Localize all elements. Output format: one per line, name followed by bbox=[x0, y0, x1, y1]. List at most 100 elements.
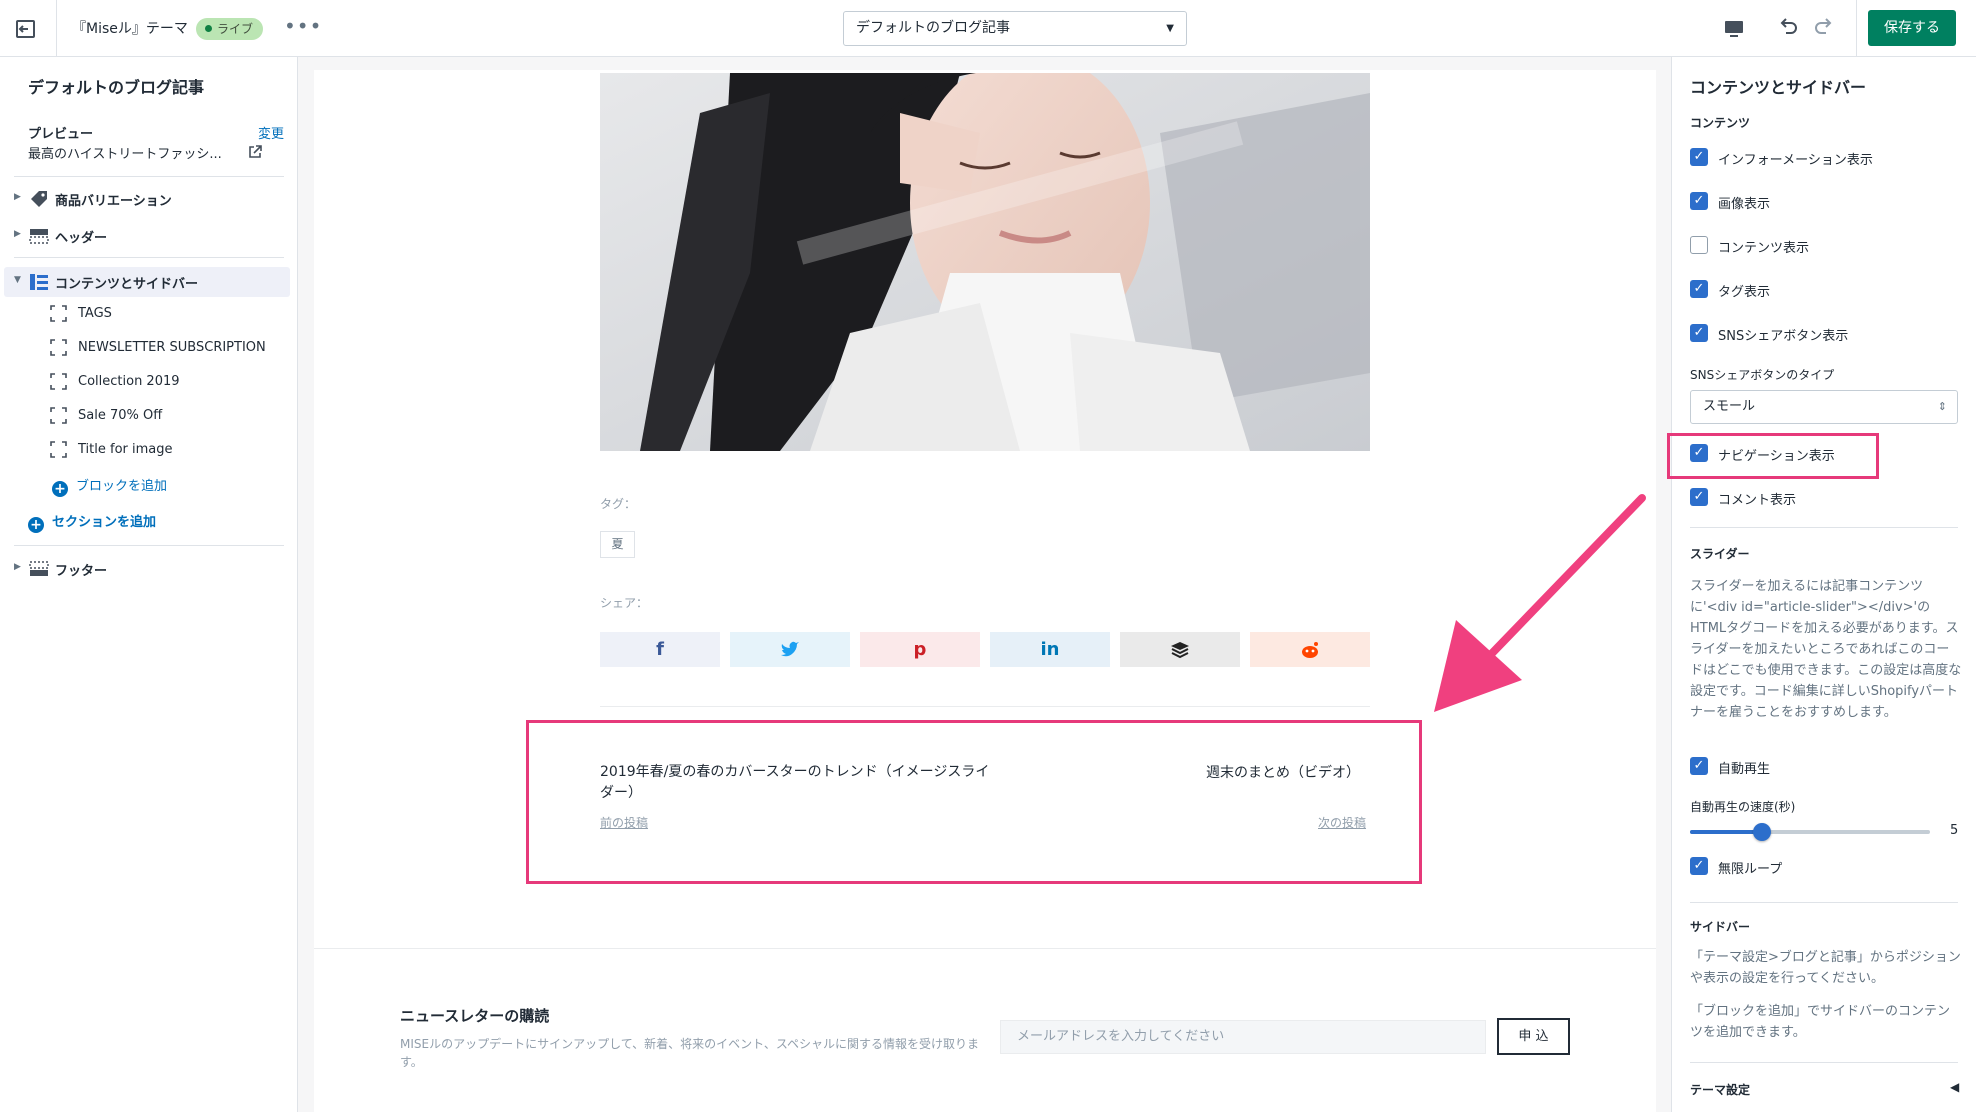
section-label: ヘッダー bbox=[55, 231, 108, 246]
content-sidebar-icon bbox=[30, 274, 48, 290]
section-product-variations[interactable]: ▶ 商品バリエーション bbox=[12, 184, 292, 214]
block-collection-2019[interactable]: Collection 2019 bbox=[50, 368, 290, 394]
caret-right-icon: ▶ bbox=[14, 229, 21, 239]
block-corners-icon bbox=[50, 407, 67, 424]
navigation-highlight-box bbox=[526, 720, 1422, 884]
share-label: シェア： bbox=[600, 596, 649, 610]
live-badge: ライブ bbox=[196, 18, 264, 40]
newsletter-email-input[interactable]: メールアドレスを入力してください bbox=[1000, 1020, 1486, 1054]
facebook-icon: f bbox=[656, 639, 664, 660]
newsletter-description: MISEルのアップデートにサインアップして、新着、将来のイベント、スペシャルに関… bbox=[400, 1037, 980, 1069]
add-section-button[interactable]: + セクションを追加 bbox=[28, 511, 156, 533]
info-checkbox[interactable]: ✓ インフォーメーション表示 bbox=[1690, 145, 1950, 168]
slider-thumb[interactable] bbox=[1753, 823, 1771, 841]
checkbox-label: コメント表示 bbox=[1718, 493, 1797, 508]
divider bbox=[314, 948, 1656, 949]
tag-icon bbox=[31, 191, 47, 207]
plus-circle-icon: + bbox=[28, 517, 44, 533]
divider bbox=[1690, 527, 1958, 528]
share-twitter-button[interactable] bbox=[730, 632, 850, 667]
sns-type-label: SNSシェアボタンのタイプ bbox=[1690, 368, 1835, 382]
tag-chip[interactable]: 夏 bbox=[600, 531, 635, 558]
live-badge-label: ライブ bbox=[217, 22, 254, 36]
footer-layout-icon bbox=[29, 561, 49, 576]
sns-type-select[interactable]: スモール ⇕ bbox=[1690, 390, 1958, 424]
top-bar: 『Miseル』テーマ ライブ ••• デフォルトのブログ記事 ▼ 保存する bbox=[0, 0, 1976, 57]
checkbox-label: コンテンツ表示 bbox=[1718, 241, 1810, 256]
template-title: デフォルトのブログ記事 bbox=[28, 78, 205, 97]
divider bbox=[1690, 1062, 1958, 1063]
section-header[interactable]: ▶ ヘッダー bbox=[12, 221, 292, 251]
section-label: フッター bbox=[55, 564, 108, 579]
comments-checkbox[interactable]: ✓ コメント表示 bbox=[1690, 485, 1950, 508]
undo-icon[interactable] bbox=[1776, 16, 1800, 40]
tags-checkbox[interactable]: ✓ タグ表示 bbox=[1690, 277, 1950, 300]
block-corners-icon bbox=[50, 441, 67, 458]
settings-title: コンテンツとサイドバー bbox=[1690, 78, 1867, 97]
tags-label: タグ： bbox=[600, 497, 637, 511]
newsletter-submit-button[interactable]: 申 込 bbox=[1497, 1018, 1570, 1055]
template-select[interactable]: デフォルトのブログ記事 ▼ bbox=[843, 11, 1187, 46]
exit-icon[interactable] bbox=[14, 17, 40, 41]
checkbox-checked-icon: ✓ bbox=[1690, 280, 1708, 298]
divider bbox=[1690, 902, 1958, 903]
navigation-setting-highlight-box bbox=[1667, 433, 1879, 479]
loop-checkbox[interactable]: ✓ 無限ループ bbox=[1690, 854, 1950, 877]
block-corners-icon bbox=[50, 305, 67, 322]
desktop-view-icon[interactable] bbox=[1722, 17, 1746, 41]
more-actions-button[interactable]: ••• bbox=[284, 14, 322, 38]
section-label: コンテンツとサイドバー bbox=[55, 277, 199, 292]
twitter-icon bbox=[781, 641, 799, 657]
block-sale-70-off[interactable]: Sale 70% Off bbox=[50, 402, 290, 428]
preview-change-link[interactable]: 変更 bbox=[258, 123, 284, 142]
checkbox-checked-icon: ✓ bbox=[1690, 488, 1708, 506]
share-buffer-button[interactable] bbox=[1120, 632, 1240, 667]
share-facebook-button[interactable]: f bbox=[600, 632, 720, 667]
live-dot-icon bbox=[205, 25, 212, 32]
image-checkbox[interactable]: ✓ 画像表示 bbox=[1690, 189, 1950, 212]
save-button[interactable]: 保存する bbox=[1868, 10, 1956, 46]
add-block-label: ブロックを追加 bbox=[76, 479, 168, 494]
header-layout-icon bbox=[29, 229, 49, 244]
linkedin-icon: in bbox=[1040, 639, 1060, 660]
checkbox-checked-icon: ✓ bbox=[1690, 857, 1708, 875]
divider bbox=[14, 257, 284, 258]
block-tags[interactable]: TAGS bbox=[50, 300, 290, 326]
autoplay-checkbox[interactable]: ✓ 自動再生 bbox=[1690, 754, 1950, 777]
redo-icon[interactable] bbox=[1812, 16, 1836, 40]
share-reddit-button[interactable] bbox=[1250, 632, 1370, 667]
caret-left-icon[interactable]: ◀ bbox=[1950, 1080, 1959, 1094]
block-newsletter-subscription[interactable]: NEWSLETTER SUBSCRIPTION bbox=[50, 334, 290, 360]
block-label: Title for image bbox=[78, 442, 173, 457]
caret-right-icon: ▶ bbox=[14, 562, 21, 572]
caret-down-icon: ▼ bbox=[14, 275, 21, 285]
block-label: TAGS bbox=[78, 306, 112, 321]
block-title-for-image[interactable]: Title for image bbox=[50, 436, 290, 462]
pinterest-icon: p bbox=[913, 639, 927, 660]
autoplay-speed-slider[interactable] bbox=[1690, 823, 1930, 841]
block-label: Collection 2019 bbox=[78, 374, 180, 389]
sidebar-heading: サイドバー bbox=[1690, 920, 1751, 934]
theme-settings-link[interactable]: テーマ設定 bbox=[1690, 1081, 1750, 1098]
section-content-sidebar[interactable]: ▼ コンテンツとサイドバー bbox=[4, 267, 290, 297]
external-link-icon[interactable] bbox=[248, 145, 262, 159]
theme-name: 『Miseル』テーマ bbox=[72, 21, 188, 37]
content-checkbox[interactable]: コンテンツ表示 bbox=[1690, 233, 1950, 256]
block-label: NEWSLETTER SUBSCRIPTION bbox=[78, 340, 266, 355]
share-linkedin-button[interactable]: in bbox=[990, 632, 1110, 667]
left-sidebar: デフォルトのブログ記事 プレビュー 変更 最高のハイストリートファッシ... ▶… bbox=[0, 57, 298, 1112]
reddit-icon bbox=[1302, 642, 1318, 658]
checkbox-label: インフォーメーション表示 bbox=[1718, 153, 1873, 168]
buffer-icon bbox=[1171, 642, 1189, 659]
caret-right-icon: ▶ bbox=[14, 192, 21, 202]
section-footer[interactable]: ▶ フッター bbox=[12, 554, 292, 584]
sns-checkbox[interactable]: ✓ SNSシェアボタン表示 bbox=[1690, 321, 1950, 344]
divider bbox=[56, 0, 57, 57]
share-pinterest-button[interactable]: p bbox=[860, 632, 980, 667]
block-label: Sale 70% Off bbox=[78, 408, 163, 423]
article-hero-image bbox=[600, 73, 1370, 451]
newsletter-title: ニュースレターの購読 bbox=[400, 1007, 550, 1025]
annotation-arrow-icon bbox=[1434, 494, 1646, 712]
sidebar-help-text-2: 「ブロックを追加」でサイドバーのコンテンツを追加できます。 bbox=[1690, 1004, 1951, 1040]
add-block-button[interactable]: + ブロックを追加 bbox=[52, 475, 167, 497]
